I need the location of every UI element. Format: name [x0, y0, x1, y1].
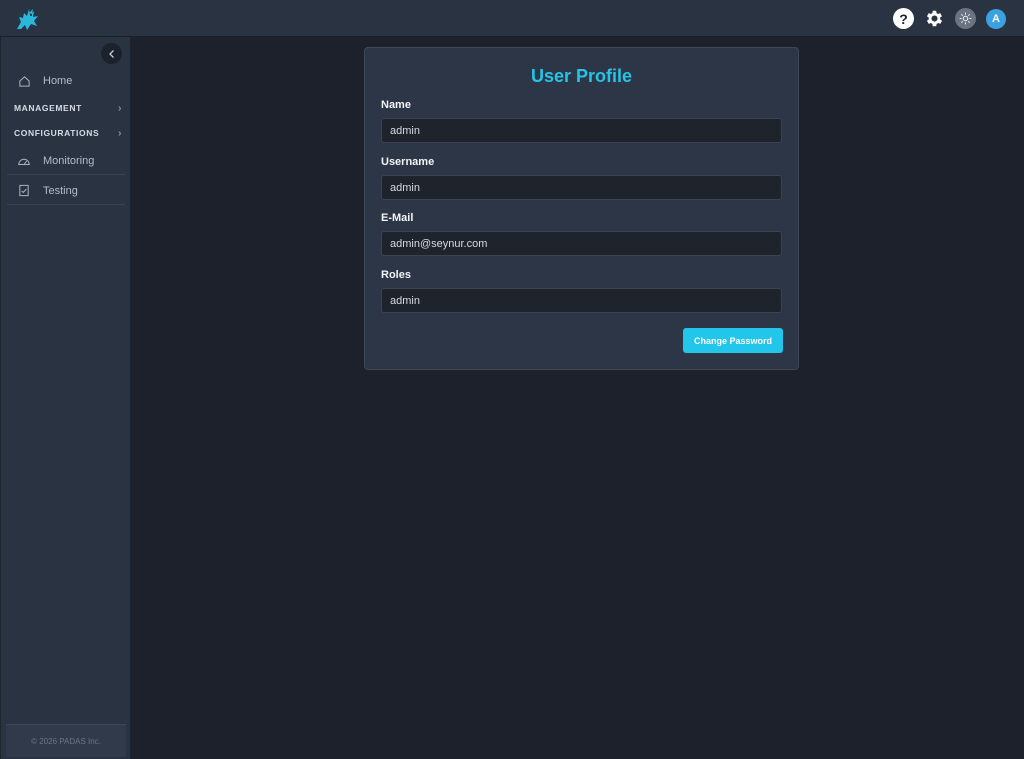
help-icon[interactable]: ? [893, 8, 914, 29]
name-field[interactable] [381, 118, 782, 143]
sidebar-item-monitoring[interactable]: Monitoring [7, 147, 125, 175]
email-label: E-Mail [381, 212, 414, 224]
checklist-icon [17, 184, 31, 198]
sidebar-section-configurations[interactable]: CONFIGURATIONS › [14, 125, 122, 141]
sidebar-footer: © 2026 PADAS Inc. [6, 724, 126, 757]
username-field[interactable] [381, 175, 782, 200]
section-label: MANAGEMENT [14, 103, 82, 113]
collapse-sidebar-button[interactable] [101, 43, 122, 64]
sidebar-item-label: Testing [43, 184, 78, 197]
sidebar: Home MANAGEMENT › CONFIGURATIONS › Monit… [0, 37, 131, 759]
user-profile-card: User Profile Name Username E-Mail Roles … [364, 47, 799, 370]
roles-field[interactable] [381, 288, 782, 313]
name-label: Name [381, 99, 411, 111]
page-title: User Profile [530, 66, 633, 86]
gauge-icon [17, 154, 31, 168]
avatar[interactable]: A [986, 8, 1006, 29]
sidebar-section-management[interactable]: MANAGEMENT › [14, 100, 122, 116]
top-bar: ? A [0, 0, 1024, 37]
chevron-right-icon: › [118, 102, 122, 114]
sidebar-item-home[interactable]: Home [7, 67, 125, 95]
sidebar-item-label: Home [43, 75, 73, 87]
gear-icon[interactable] [924, 8, 945, 29]
dragon-logo-icon[interactable] [12, 5, 44, 33]
chevron-left-icon [108, 49, 114, 58]
sidebar-item-label: Monitoring [43, 154, 95, 167]
sidebar-item-testing[interactable]: Testing [7, 177, 125, 205]
section-label: CONFIGURATIONS [14, 128, 100, 138]
sun-icon[interactable] [955, 8, 976, 29]
chevron-right-icon: › [118, 127, 122, 139]
home-icon [17, 74, 31, 88]
roles-label: Roles [381, 269, 411, 281]
email-field[interactable] [381, 231, 782, 256]
change-password-button[interactable]: Change Password [683, 328, 783, 353]
username-label: Username [381, 156, 435, 168]
